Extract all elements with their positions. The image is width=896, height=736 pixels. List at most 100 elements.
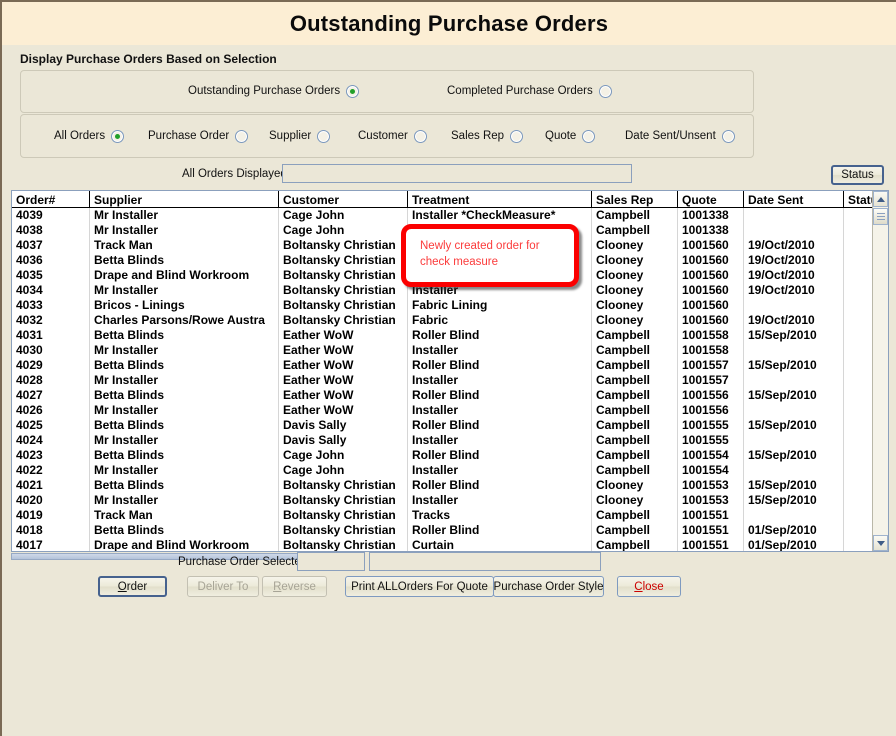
radio-outstanding-purchase-orders[interactable]: Outstanding Purchase Orders [188,85,359,98]
radio-date-sent-unsent[interactable]: Date Sent/Unsent [625,130,735,143]
table-row[interactable]: 4019Track ManBoltansky ChristianTracksCa… [12,508,888,523]
table-row[interactable]: 4032Charles Parsons/Rowe AustraBoltansky… [12,313,888,328]
grid-column-header[interactable]: Treatment [408,191,592,208]
radio-quote-dot[interactable] [582,130,595,143]
all-orders-displayed-input[interactable] [282,164,632,183]
table-cell: 1001553 [678,478,744,493]
table-cell: Installer [408,493,592,508]
order-button[interactable]: Order [98,576,167,597]
table-cell: 1001560 [678,298,744,313]
table-cell: Track Man [90,508,279,523]
table-cell: Boltansky Christian [279,253,408,268]
table-row[interactable]: 4033Bricos - LiningsBoltansky ChristianF… [12,298,888,313]
table-row[interactable]: 4039Mr InstallerCage JohnInstaller *Chec… [12,208,888,223]
table-cell: Clooney [592,253,678,268]
table-cell: 1001557 [678,373,744,388]
purchase-order-selected-description-input[interactable] [369,552,601,571]
deliver-to-button[interactable]: Deliver To [187,576,259,597]
table-row[interactable]: 4020Mr InstallerBoltansky ChristianInsta… [12,493,888,508]
table-cell: 1001555 [678,433,744,448]
table-cell: 15/Sep/2010 [744,328,844,343]
table-cell: 1001338 [678,223,744,238]
table-cell: Installer [408,403,592,418]
table-cell: 15/Sep/2010 [744,358,844,373]
scrollbar-thumb[interactable] [873,208,888,225]
status-mode-panel: Outstanding Purchase Orders Completed Pu… [20,70,754,113]
radio-outstanding-purchase-orders-dot[interactable] [346,85,359,98]
table-cell: 4021 [12,478,90,493]
radio-all-orders[interactable]: All Orders [54,130,124,143]
grid-column-header[interactable]: Date Sent [744,191,844,208]
table-row[interactable]: 4021Betta BlindsBoltansky ChristianRolle… [12,478,888,493]
radio-completed-purchase-orders-dot[interactable] [599,85,612,98]
scroll-up-icon[interactable] [873,191,888,207]
radio-supplier-dot[interactable] [317,130,330,143]
table-cell: 1001556 [678,388,744,403]
table-cell: Cage John [279,208,408,223]
purchase-order-selected-code-input[interactable] [297,552,365,571]
radio-date-sent-unsent-label: Date Sent/Unsent [625,131,716,143]
table-cell: Boltansky Christian [279,268,408,283]
table-row[interactable]: 4027Betta BlindsEather WoWRoller BlindCa… [12,388,888,403]
table-cell: Mr Installer [90,493,279,508]
grid-column-header[interactable]: Sales Rep [592,191,678,208]
status-button[interactable]: Status [831,165,884,185]
radio-sales-rep-dot[interactable] [510,130,523,143]
table-row[interactable]: 4025Betta BlindsDavis SallyRoller BlindC… [12,418,888,433]
grid-column-header[interactable]: Order# [12,191,90,208]
table-cell: Campbell [592,358,678,373]
table-cell: Mr Installer [90,208,279,223]
table-cell: 15/Sep/2010 [744,493,844,508]
scroll-down-icon[interactable] [873,535,888,551]
print-all-orders-for-quote-button[interactable]: Print ALLOrders For Quote [345,576,494,597]
table-cell: Installer *CheckMeasure* [408,208,592,223]
table-cell: Roller Blind [408,523,592,538]
table-row[interactable]: 4028Mr InstallerEather WoWInstallerCampb… [12,373,888,388]
table-cell: Roller Blind [408,328,592,343]
radio-quote[interactable]: Quote [545,130,595,143]
radio-completed-purchase-orders-label: Completed Purchase Orders [447,86,593,98]
table-cell: 4034 [12,283,90,298]
grid-column-header[interactable]: Supplier [90,191,279,208]
table-cell: 15/Sep/2010 [744,478,844,493]
table-row[interactable]: 4031Betta BlindsEather WoWRoller BlindCa… [12,328,888,343]
table-row[interactable]: 4026Mr InstallerEather WoWInstallerCampb… [12,403,888,418]
radio-completed-purchase-orders[interactable]: Completed Purchase Orders [447,85,612,98]
table-cell: Campbell [592,403,678,418]
table-row[interactable]: 4018Betta BlindsBoltansky ChristianRolle… [12,523,888,538]
radio-date-sent-unsent-dot[interactable] [722,130,735,143]
table-row[interactable]: 4023Betta BlindsCage JohnRoller BlindCam… [12,448,888,463]
table-cell: 4025 [12,418,90,433]
table-cell [744,343,844,358]
table-cell: 1001556 [678,403,744,418]
table-cell: 4032 [12,313,90,328]
purchase-order-style-button[interactable]: Purchase Order Style [493,576,604,597]
table-cell: 19/Oct/2010 [744,268,844,283]
radio-all-orders-dot[interactable] [111,130,124,143]
table-cell: Campbell [592,328,678,343]
radio-customer[interactable]: Customer [358,130,427,143]
reverse-button[interactable]: Reverse [262,576,327,597]
table-cell [744,208,844,223]
table-cell: Roller Blind [408,358,592,373]
table-row[interactable]: 4024Mr InstallerDavis SallyInstallerCamp… [12,433,888,448]
radio-purchase-order-dot[interactable] [235,130,248,143]
radio-customer-dot[interactable] [414,130,427,143]
grid-vertical-scrollbar[interactable] [872,191,888,551]
grid-column-header[interactable]: Quote [678,191,744,208]
radio-purchase-order[interactable]: Purchase Order [148,130,248,143]
table-row[interactable]: 4017Drape and Blind WorkroomBoltansky Ch… [12,538,888,552]
column-divider [743,208,744,552]
radio-sales-rep[interactable]: Sales Rep [451,130,523,143]
grid-column-header[interactable]: Customer [279,191,408,208]
table-cell: Mr Installer [90,373,279,388]
radio-supplier[interactable]: Supplier [269,130,330,143]
radio-customer-label: Customer [358,131,408,143]
close-button[interactable]: Close [617,576,681,597]
table-cell: Betta Blinds [90,253,279,268]
table-cell: 1001560 [678,313,744,328]
table-row[interactable]: 4030Mr InstallerEather WoWInstallerCampb… [12,343,888,358]
table-row[interactable]: 4022Mr InstallerCage JohnInstallerCampbe… [12,463,888,478]
table-row[interactable]: 4029Betta BlindsEather WoWRoller BlindCa… [12,358,888,373]
table-cell: Installer [408,373,592,388]
